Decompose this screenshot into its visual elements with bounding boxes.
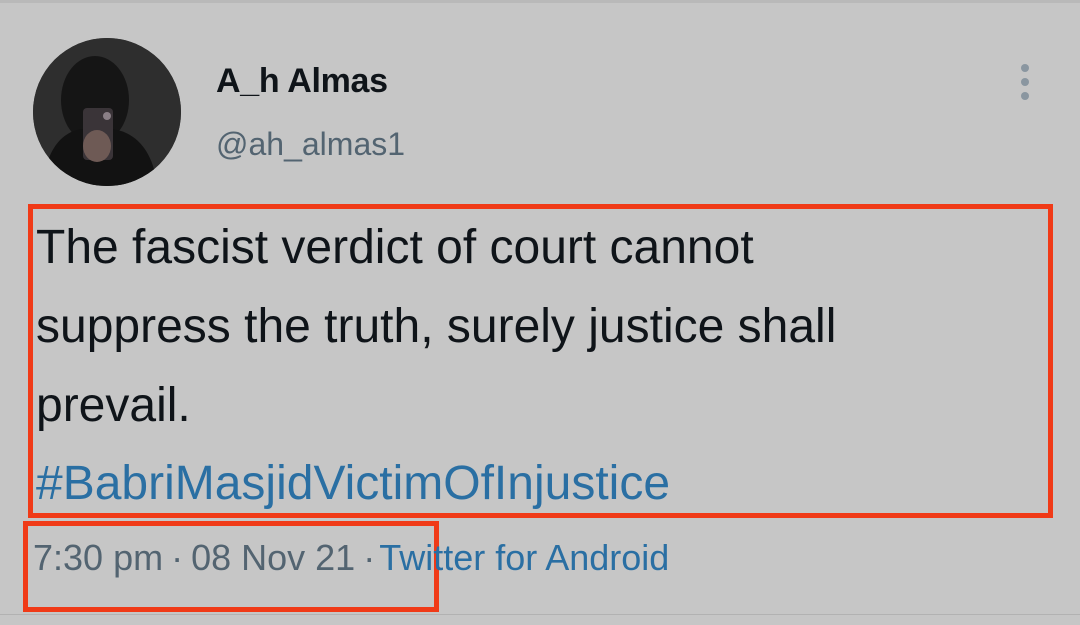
more-dot bbox=[1021, 78, 1029, 86]
tweet-meta: 7:30 pm · 08 Nov 21 · Twitter for Android bbox=[33, 533, 669, 583]
tweet-date[interactable]: 08 Nov 21 bbox=[191, 537, 355, 578]
tweet-time[interactable]: 7:30 pm bbox=[33, 537, 163, 578]
bottom-divider bbox=[0, 614, 1080, 615]
tweet-text: The fascist verdict of court cannot supp… bbox=[36, 221, 837, 432]
profile-photo-icon bbox=[33, 38, 181, 186]
more-dot bbox=[1021, 92, 1029, 100]
meta-separator: · bbox=[171, 537, 184, 578]
more-options-icon[interactable] bbox=[1010, 62, 1040, 102]
display-name[interactable]: A_h Almas bbox=[216, 62, 388, 101]
hashtag-link[interactable]: #BabriMasjidVictimOfInjustice bbox=[36, 444, 670, 523]
top-divider bbox=[0, 0, 1080, 3]
meta-separator: · bbox=[363, 537, 376, 578]
source-link[interactable]: Twitter for Android bbox=[379, 537, 669, 578]
avatar[interactable] bbox=[33, 38, 181, 186]
more-dot bbox=[1021, 64, 1029, 72]
user-handle[interactable]: @ah_almas1 bbox=[216, 126, 405, 163]
